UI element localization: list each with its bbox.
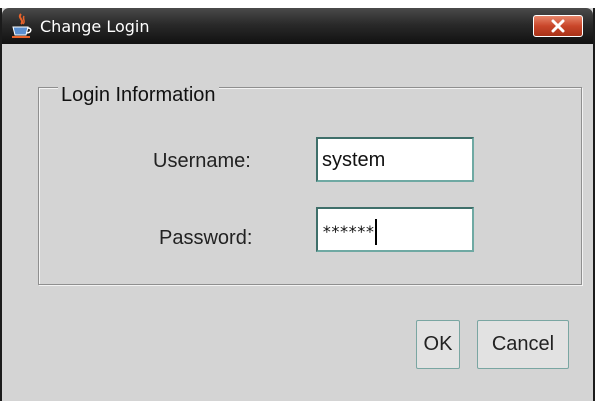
text-caret xyxy=(374,219,377,245)
password-field[interactable]: ****** xyxy=(316,207,474,252)
username-label: Username: xyxy=(153,150,251,172)
password-value: ****** xyxy=(322,222,375,241)
close-icon xyxy=(551,19,565,33)
close-button[interactable] xyxy=(533,15,583,37)
password-label: Password: xyxy=(159,227,253,249)
window-title: Change Login xyxy=(40,17,150,36)
title-bar[interactable]: Change Login xyxy=(2,8,593,44)
ok-button[interactable]: OK xyxy=(416,320,460,369)
username-field[interactable]: system xyxy=(316,137,474,182)
username-value: system xyxy=(322,149,386,171)
cancel-button[interactable]: Cancel xyxy=(477,320,569,369)
login-information-group xyxy=(38,87,582,285)
group-legend: Login Information xyxy=(58,84,219,107)
java-cup-icon xyxy=(10,12,32,40)
